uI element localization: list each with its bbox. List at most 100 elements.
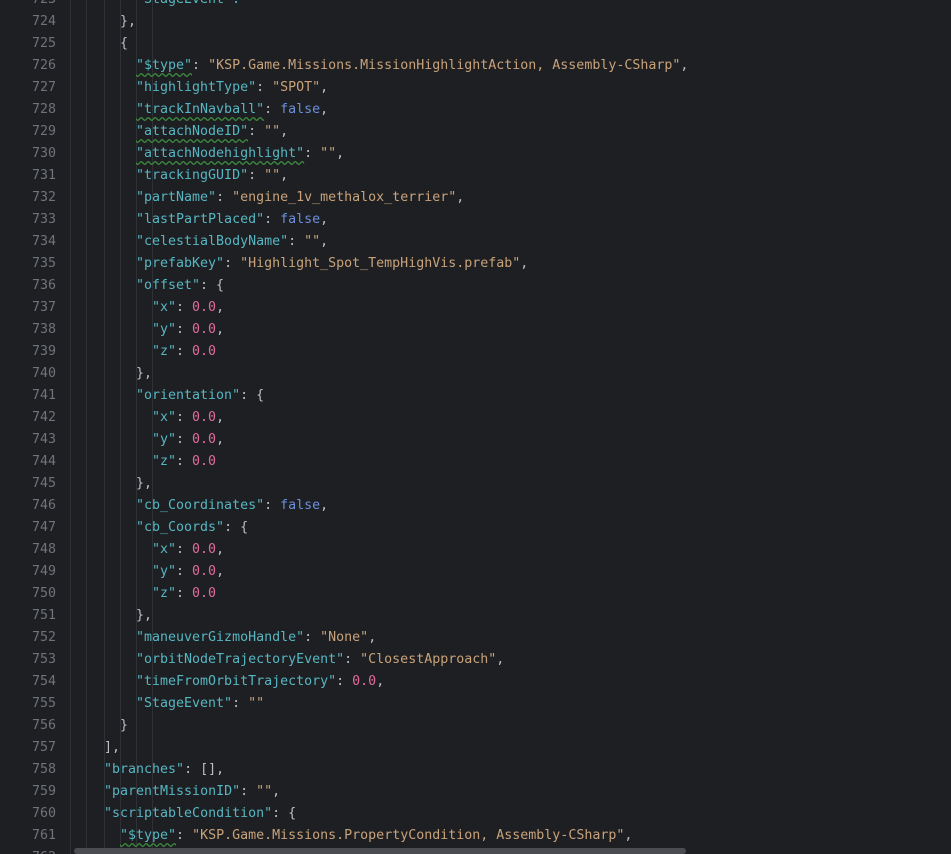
code-line[interactable]: "celestialBodyName": "", [136,231,328,253]
code-token: : [], [184,762,225,777]
code-token: "scriptableCondition" [104,806,273,821]
code-token: "cb_Coords" [136,520,225,535]
code-line[interactable]: "x": 0.0, [152,539,224,561]
code-line[interactable]: "orbitNodeTrajectoryEvent": "ClosestAppr… [136,649,504,671]
code-line[interactable]: "y": 0.0, [152,561,224,583]
code-line[interactable]: "$type": "KSP.Game.Missions.PropertyCond… [120,825,632,847]
code-token: "parentMissionID" [104,784,241,799]
code-token: }, [120,14,137,29]
code-line[interactable]: } [120,715,128,737]
code-token: "y" [152,564,177,579]
code-line[interactable]: "z": 0.0 [152,451,216,473]
code-token: "" [248,696,265,711]
code-token: "trackInNavball" [136,102,265,117]
code-token: "timeFromOrbitTrajectory" [136,674,337,689]
code-token: "lastPartPlaced" [136,212,265,227]
code-token: "y" [152,322,177,337]
code-token: : [232,696,249,711]
code-line[interactable]: "timeFromOrbitTrajectory": 0.0, [136,671,384,693]
code-line[interactable]: "parentMissionID": "", [104,781,280,803]
code-token: : [176,344,193,359]
code-line[interactable]: "trackInNavball": false, [136,99,328,121]
code-line[interactable]: "z": 0.0 [152,341,216,363]
code-token: , [216,432,225,447]
code-token: : [176,564,193,579]
code-area[interactable]: "StageEvent": }, { "$type": "KSP.Game.Miss… [0,0,951,854]
code-line[interactable]: "partName": "engine_1v_methalox_terrier"… [136,187,464,209]
code-token: 0.0 [192,300,217,315]
code-token: false [280,102,321,117]
code-line[interactable]: "x": 0.0, [152,407,224,429]
code-token: "orientation" [136,388,241,403]
code-token: }, [136,608,153,623]
code-token: { [120,36,129,51]
code-line[interactable]: "z": 0.0 [152,583,216,605]
code-line[interactable]: "trackingGUID": "", [136,165,288,187]
code-token: "" [256,784,273,799]
code-token: "partName" [136,190,217,205]
code-token: "maneuverGizmoHandle" [136,630,305,645]
code-token: : [176,542,193,557]
code-line[interactable]: "cb_Coordinates": false, [136,495,328,517]
code-token: , [336,146,345,161]
code-token: , [216,564,225,579]
code-token: , [216,300,225,315]
code-token: : [176,586,193,601]
code-line[interactable]: "branches": [], [104,759,224,781]
code-token: 0.0 [192,410,217,425]
horizontal-scrollbar[interactable] [74,848,686,854]
code-line[interactable]: "attachNodeID": "", [136,121,288,143]
code-token: "z" [152,586,177,601]
code-line[interactable]: ], [104,737,120,759]
code-token: "x" [152,542,177,557]
code-token: : [192,58,209,73]
code-line[interactable]: "x": 0.0, [152,297,224,319]
code-line[interactable]: "orientation": { [136,385,264,407]
code-line[interactable]: "$type": "KSP.Game.Missions.MissionHighl… [136,55,688,77]
code-line[interactable]: }, [120,11,136,33]
code-token: "branches" [104,762,185,777]
code-line[interactable]: }, [136,363,152,385]
code-token: 0.0 [192,344,217,359]
code-token: "trackingGUID" [136,168,249,183]
code-token: , [320,498,329,513]
code-token: : [176,410,193,425]
code-line[interactable]: "prefabKey": "Highlight_Spot_TempHighVis… [136,253,528,275]
code-token: : [264,498,281,513]
code-token: , [280,124,289,139]
code-token: "x" [152,300,177,315]
code-line[interactable]: "lastPartPlaced": false, [136,209,328,231]
code-token: : [288,234,305,249]
code-token: , [280,168,289,183]
code-token: "Highlight_Spot_TempHighVis.prefab" [240,256,521,271]
code-token: "ClosestApproach" [360,652,497,667]
code-token: "$type" [120,828,177,843]
code-line[interactable]: "highlightType": "SPOT", [136,77,328,99]
code-editor[interactable]: 7237247257267277287297307317327337347357… [0,0,951,854]
code-token: "attachNodeID" [136,124,249,139]
code-token: "y" [152,432,177,447]
code-token: , [496,652,505,667]
code-line[interactable]: }, [136,473,152,495]
code-line[interactable]: "StageEvent": "" [136,693,264,715]
code-line[interactable]: "attachNodehighlight": "", [136,143,344,165]
code-token: "KSP.Game.Missions.PropertyCondition, As… [192,828,625,843]
code-line[interactable]: }, [136,605,152,627]
code-token: : [216,190,233,205]
code-line[interactable]: "y": 0.0, [152,429,224,451]
code-line[interactable]: { [120,33,128,55]
code-line[interactable]: "StageEvent": [136,0,248,11]
code-token: 0.0 [192,542,217,557]
code-line[interactable]: "scriptableCondition": { [104,803,296,825]
code-token: "$type" [136,58,193,73]
code-line[interactable]: "cb_Coords": { [136,517,248,539]
code-token: "engine_1v_methalox_terrier" [232,190,457,205]
code-line[interactable]: "maneuverGizmoHandle": "None", [136,627,376,649]
code-token: "" [264,168,281,183]
code-token: , [376,674,385,689]
code-token: "x" [152,410,177,425]
code-token: "" [304,234,321,249]
code-line[interactable]: "y": 0.0, [152,319,224,341]
code-line[interactable]: "offset": { [136,275,224,297]
code-token: : [176,828,193,843]
